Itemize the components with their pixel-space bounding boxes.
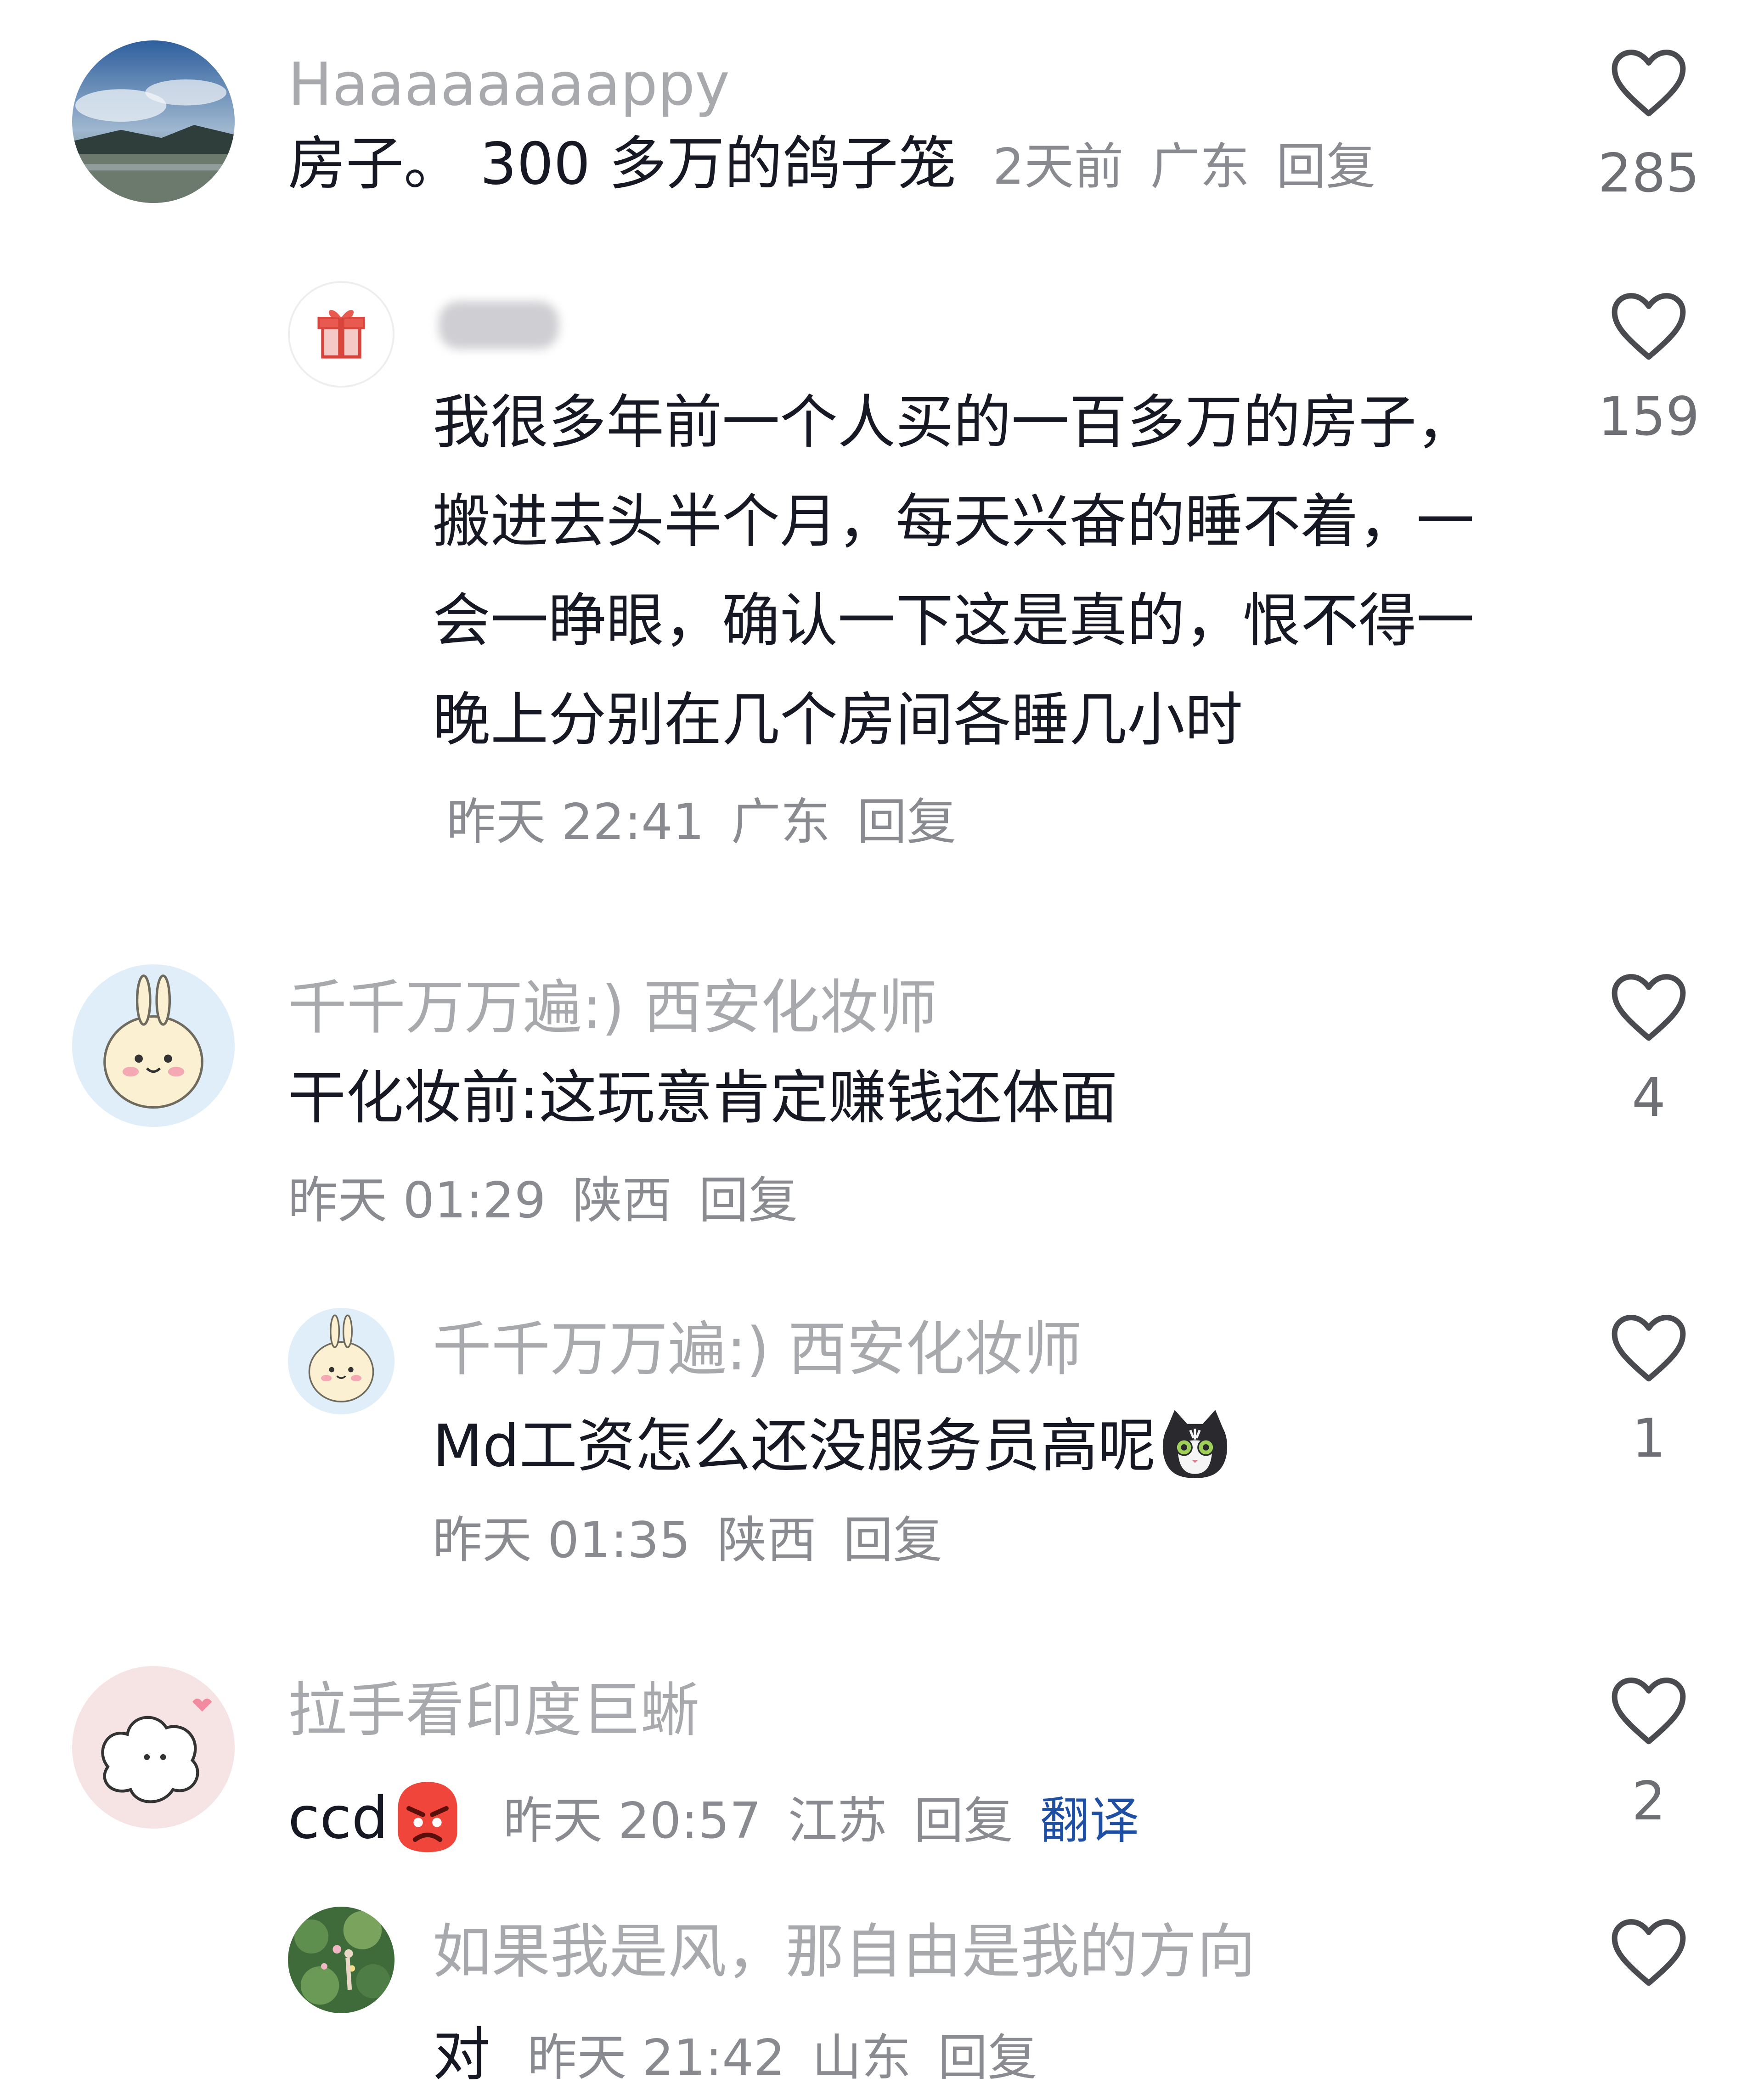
- comment-time: 昨天 21:42: [527, 2029, 785, 2087]
- comment-text-line: ccd 昨天 20:57 江苏 回复 翻译: [288, 1777, 1551, 1856]
- like-count: 159: [1598, 386, 1700, 448]
- comment-username[interactable]: 如果我是风，那自由是我的方向: [433, 1918, 1256, 1987]
- reply-button[interactable]: 回复: [914, 1792, 1013, 1850]
- comment-meta: 昨天 22:41 广东 回复: [446, 794, 967, 851]
- like-count: 285: [1598, 142, 1700, 204]
- reply-button[interactable]: 回复: [699, 1172, 798, 1229]
- avatar[interactable]: [288, 1308, 395, 1414]
- reply-button[interactable]: 回复: [1276, 138, 1375, 196]
- comment-time: 昨天 20:57: [503, 1792, 761, 1850]
- comment-text: 我很多年前一个人买的一百多万的房子，搬进去头半个月，每天兴奋的睡不着，一会一睁眼…: [433, 388, 1474, 754]
- comment-username-blurred[interactable]: [439, 301, 559, 349]
- avatar[interactable]: [288, 281, 395, 388]
- comment-meta: 2天前 广东 回复: [993, 138, 1386, 196]
- comment-text: Md工资怎么还没服务员高呢: [433, 1412, 1156, 1480]
- comment-text-block: 我很多年前一个人买的一百多万的房子，搬进去头半个月，每天兴奋的睡不着，一会一睁眼…: [433, 373, 1503, 872]
- like-button[interactable]: 2: [1584, 1676, 1713, 1836]
- like-button[interactable]: 159: [1584, 292, 1713, 451]
- bunny-avatar-image: [288, 1308, 395, 1414]
- comment-location: 陕西: [572, 1172, 672, 1229]
- translate-button[interactable]: 翻译: [1040, 1792, 1139, 1850]
- avatar[interactable]: [288, 1907, 395, 2013]
- comment-username[interactable]: 千千万万遍:) 西安化妆师: [288, 974, 937, 1042]
- comment-location: 江苏: [788, 1792, 887, 1850]
- gift-icon: [317, 310, 365, 359]
- comment-text-line: Md工资怎么还没服务员高呢: [433, 1405, 1535, 1483]
- comment-location: 山东: [812, 2029, 911, 2087]
- like-button[interactable]: 4: [1584, 973, 1713, 1132]
- like-count: 4: [1632, 1067, 1666, 1129]
- heart-outline-icon[interactable]: [1610, 292, 1688, 360]
- like-count: 1: [1632, 1408, 1666, 1469]
- garden-avatar-image: [288, 1907, 395, 2013]
- comment-time: 昨天 22:41: [446, 794, 704, 851]
- cat-face-emoji: [1162, 1410, 1227, 1478]
- like-button[interactable]: 1: [1584, 1313, 1713, 1473]
- comment-location: 广东: [1150, 138, 1250, 196]
- avatar[interactable]: [72, 1666, 235, 1829]
- comment-text-line: 对 昨天 21:42 山东 回复: [433, 2021, 1535, 2093]
- doodle-avatar-image: [72, 1666, 235, 1829]
- heart-outline-icon[interactable]: [1610, 1676, 1688, 1745]
- comment-meta: 昨天 20:57 江苏 回复 翻译: [503, 1792, 1150, 1850]
- comment-time: 2天前: [992, 138, 1124, 196]
- comment-text: 干化妆前:这玩意肯定赚钱还体面: [288, 1064, 1118, 1132]
- comment-meta: 昨天 21:42 山东 回复: [527, 2029, 1048, 2087]
- landscape-avatar-image: [72, 40, 235, 203]
- like-count: 2: [1632, 1770, 1666, 1832]
- comment-username[interactable]: 拉手看印度巨蜥: [288, 1676, 699, 1745]
- comment-text: 对: [433, 2021, 490, 2089]
- heart-outline-icon[interactable]: [1610, 1918, 1688, 1987]
- comment-username[interactable]: 千千万万遍:) 西安化妆师: [433, 1315, 1082, 1384]
- comment-text: 房子。 300 多万的鸽子笼: [288, 130, 956, 197]
- comment-meta: 昨天 01:35 陕西 回复: [433, 1506, 953, 1575]
- heart-outline-icon[interactable]: [1610, 973, 1688, 1042]
- avatar[interactable]: [72, 40, 235, 203]
- comment-location: 陕西: [717, 1512, 817, 1569]
- like-button[interactable]: [1584, 1918, 1713, 2009]
- bunny-avatar-image: [72, 964, 235, 1127]
- comment-time: 昨天 01:35: [433, 1512, 691, 1569]
- comment-username[interactable]: Haaaaaaaappy: [288, 51, 730, 119]
- heart-outline-icon[interactable]: [1610, 1313, 1688, 1382]
- comment-meta: 昨天 01:29 陕西 回复: [288, 1166, 809, 1235]
- reply-button[interactable]: 回复: [843, 1512, 942, 1569]
- comment-location: 广东: [731, 794, 830, 851]
- comment-text-line: 房子。 300 多万的鸽子笼 2天前 广东 回复: [288, 129, 1551, 202]
- reply-button[interactable]: 回复: [857, 794, 956, 851]
- comment-text: ccd: [288, 1784, 389, 1852]
- heart-outline-icon[interactable]: [1610, 48, 1688, 117]
- like-button[interactable]: 285: [1584, 48, 1713, 208]
- comment-time: 昨天 01:29: [288, 1172, 546, 1229]
- angry-face-emoji: [397, 1782, 457, 1852]
- avatar[interactable]: [72, 964, 235, 1127]
- reply-button[interactable]: 回复: [938, 2029, 1037, 2087]
